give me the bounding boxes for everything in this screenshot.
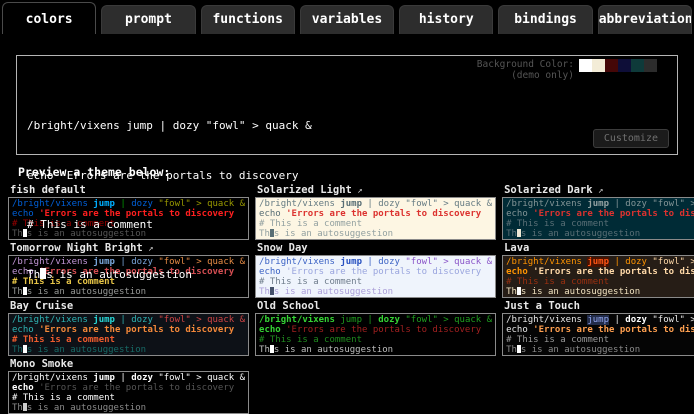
token-sep: | bbox=[115, 315, 131, 325]
token-match: jump bbox=[93, 373, 115, 383]
token-comment: # This is a comment bbox=[259, 335, 362, 345]
token-quote: "fowl" > quack & bbox=[405, 315, 492, 325]
token-autosugg: Th bbox=[12, 229, 23, 239]
background-swatch-3[interactable] bbox=[618, 59, 631, 72]
token-comment: # This is a comment bbox=[12, 335, 115, 345]
theme-mono-smoke[interactable]: Mono Smoke/bright/vixens jump | dozy "fo… bbox=[8, 358, 249, 414]
tab-abbreviations[interactable]: abbreviations bbox=[598, 5, 692, 34]
tab-history[interactable]: history bbox=[399, 5, 493, 34]
background-color-label: Background Color:(demo only) bbox=[477, 59, 574, 81]
autosuggestion-pre: Th bbox=[27, 268, 40, 281]
token-quote: "fowl" > quack & bbox=[158, 373, 245, 383]
background-swatch-0[interactable] bbox=[579, 59, 592, 72]
token-error: 'Errors are the portals to discovery bbox=[533, 325, 694, 335]
token-sep: | bbox=[115, 373, 131, 383]
theme-preview-box[interactable]: /bright/vixens jump | dozy "fowl" > quac… bbox=[8, 371, 249, 414]
tab-bindings[interactable]: bindings bbox=[498, 5, 592, 34]
terminal-line-error: echo 'Errors are the portals to discover… bbox=[27, 168, 667, 185]
token-error: 'Errors are the portals to discovery bbox=[39, 325, 234, 335]
terminal-line-command: /bright/vixens jump | dozy "fowl" > quac… bbox=[27, 118, 667, 135]
token-path: /bright/vixens bbox=[12, 373, 93, 383]
token-autosugg: Th bbox=[12, 287, 23, 297]
token-autosugg: s is an autosuggestion bbox=[274, 345, 393, 355]
token-autosugg: Th bbox=[12, 345, 23, 355]
token-error: 'Errors are the portals to discovery bbox=[286, 325, 481, 335]
tab-bar: colorspromptfunctionsvariableshistorybin… bbox=[0, 0, 694, 34]
token-sep: | bbox=[609, 315, 625, 325]
background-color-label-line2: (demo only) bbox=[511, 70, 574, 81]
token-path: /bright/vixens bbox=[259, 315, 340, 325]
token-comment: # This is a comment bbox=[12, 393, 115, 403]
theme-title[interactable]: Mono Smoke bbox=[10, 358, 249, 371]
terminal-line-comment: # This is a comment bbox=[27, 217, 667, 234]
background-swatch-5[interactable] bbox=[644, 59, 657, 72]
token-match: jump bbox=[93, 315, 115, 325]
token-cmd2: dozy bbox=[131, 373, 158, 383]
token-echo: echo bbox=[12, 325, 39, 335]
token-quote: "fowl" > quack & bbox=[158, 315, 245, 325]
background-swatch-1[interactable] bbox=[592, 59, 605, 72]
token-match: jump bbox=[340, 315, 362, 325]
token-echo: echo bbox=[506, 325, 533, 335]
theme-preview-box[interactable]: /bright/vixens jump | dozy "fowl" > quac… bbox=[255, 313, 496, 356]
token-comment: # This is a comment bbox=[506, 335, 609, 345]
token-cmd2: dozy bbox=[625, 315, 652, 325]
token-match: jump bbox=[587, 315, 609, 325]
terminal-sample-text: /bright/vixens jump | dozy "fowl" > quac… bbox=[27, 85, 667, 316]
autosuggestion-post: s is an autosuggestion bbox=[46, 268, 192, 281]
tab-variables[interactable]: variables bbox=[300, 5, 394, 34]
tab-colors[interactable]: colors bbox=[2, 2, 96, 34]
background-color-control: Background Color:(demo only) bbox=[477, 59, 670, 81]
token-autosugg: s is an autosuggestion bbox=[27, 403, 146, 413]
background-color-label-line1: Background Color: bbox=[477, 59, 574, 70]
terminal-preview: Background Color:(demo only) /bright/vix… bbox=[16, 55, 678, 155]
tab-functions[interactable]: functions bbox=[201, 5, 295, 34]
token-autosugg: Th bbox=[259, 345, 270, 355]
terminal-line-autosuggestion: Th s is an autosuggestion bbox=[27, 267, 667, 284]
token-sep: | bbox=[362, 315, 378, 325]
token-quote: "fowl" > quack & bbox=[652, 315, 694, 325]
background-swatch-2[interactable] bbox=[605, 59, 618, 72]
token-cmd2: dozy bbox=[378, 315, 405, 325]
background-swatch-4[interactable] bbox=[631, 59, 644, 72]
tab-prompt[interactable]: prompt bbox=[101, 5, 195, 34]
token-autosugg: s is an autosuggestion bbox=[27, 345, 146, 355]
token-error: 'Errors are the portals to discovery bbox=[39, 383, 234, 393]
theme-preview-box[interactable]: /bright/vixens jump | dozy "fowl" > quac… bbox=[502, 313, 694, 356]
token-path: /bright/vixens bbox=[506, 315, 587, 325]
token-echo: echo bbox=[12, 383, 39, 393]
token-cmd2: dozy bbox=[131, 315, 158, 325]
customize-button[interactable]: Customize bbox=[593, 129, 669, 148]
token-path: /bright/vixens bbox=[12, 315, 93, 325]
background-color-swatches bbox=[579, 59, 670, 72]
token-autosugg: Th bbox=[12, 403, 23, 413]
token-autosugg: Th bbox=[506, 345, 517, 355]
token-autosugg: s is an autosuggestion bbox=[521, 345, 640, 355]
token-echo: echo bbox=[259, 325, 286, 335]
background-swatch-6[interactable] bbox=[657, 59, 670, 72]
theme-preview-box[interactable]: /bright/vixens jump | dozy "fowl" > quac… bbox=[8, 313, 249, 356]
